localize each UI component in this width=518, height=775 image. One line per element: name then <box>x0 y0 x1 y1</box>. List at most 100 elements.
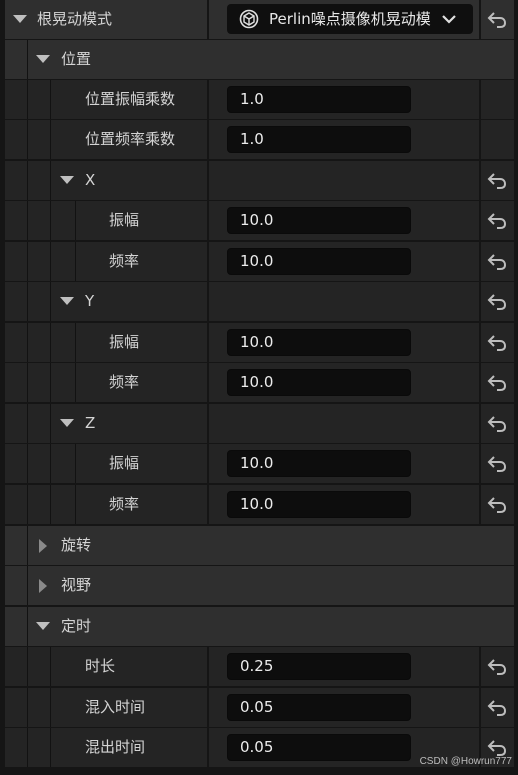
fov-category-label: 视野 <box>61 576 92 594</box>
position-x-frequency-label: 频率 <box>109 252 140 270</box>
indent-guide <box>27 647 28 686</box>
blend-in-time-input[interactable]: 0.05 <box>227 694 411 721</box>
position-z-frequency-label: 频率 <box>109 495 140 513</box>
indent-guide <box>27 161 28 200</box>
indent-guide <box>27 323 28 362</box>
position-z-frequency-row: 频率 10.0 <box>5 485 514 524</box>
rotation-category-row[interactable]: 旋转 <box>5 526 514 565</box>
column-splitter[interactable] <box>207 404 209 443</box>
indent-guide <box>27 485 28 524</box>
fov-category-row[interactable]: 视野 <box>5 566 514 605</box>
indent-guide <box>50 688 51 727</box>
caret-down-icon[interactable] <box>36 55 50 63</box>
reset-arrow-icon[interactable] <box>485 209 509 231</box>
reset-column-divider <box>479 647 481 686</box>
position-z-amplitude-label: 振幅 <box>109 454 140 472</box>
unreal-class-icon <box>239 9 259 29</box>
column-splitter[interactable] <box>207 120 209 159</box>
caret-down-icon[interactable] <box>60 419 74 427</box>
column-splitter[interactable] <box>207 363 209 402</box>
reset-arrow-icon[interactable] <box>485 736 509 758</box>
reset-arrow-icon[interactable] <box>485 290 509 312</box>
column-splitter[interactable] <box>207 282 209 321</box>
reset-arrow-icon[interactable] <box>485 412 509 434</box>
shake-pattern-dropdown[interactable]: Perlin噪点摄像机晃动模 <box>227 4 473 34</box>
caret-down-icon[interactable] <box>60 176 74 184</box>
column-splitter[interactable] <box>207 323 209 362</box>
indent-guide <box>27 40 28 79</box>
indent-guide <box>50 242 51 281</box>
reset-arrow-icon[interactable] <box>485 169 509 191</box>
reset-arrow-icon[interactable] <box>485 452 509 474</box>
position-frequency-multiplier-input[interactable]: 1.0 <box>227 126 411 153</box>
column-splitter[interactable] <box>207 444 209 483</box>
indent-guide <box>50 485 51 524</box>
indent-guide <box>50 120 51 159</box>
position-y-frequency-input[interactable]: 10.0 <box>227 369 411 396</box>
position-frequency-multiplier-row: 位置频率乘数 1.0 <box>5 120 514 159</box>
position-amplitude-multiplier-input[interactable]: 1.0 <box>227 86 411 113</box>
reset-arrow-icon[interactable] <box>485 8 509 30</box>
caret-right-icon[interactable] <box>39 539 47 553</box>
indent-guide <box>50 728 51 767</box>
indent-guide <box>27 120 28 159</box>
position-y-group-row[interactable]: Y <box>5 282 514 321</box>
column-splitter[interactable] <box>207 161 209 200</box>
reset-column-divider <box>479 444 481 483</box>
indent-guide <box>50 404 51 443</box>
reset-column-divider <box>479 485 481 524</box>
position-x-amplitude-label: 振幅 <box>109 211 140 229</box>
column-splitter[interactable] <box>207 0 209 39</box>
column-splitter[interactable] <box>207 728 209 767</box>
root-shake-pattern-label: 根晃动模式 <box>37 10 113 28</box>
indent-guide <box>27 526 28 565</box>
duration-input[interactable]: 0.25 <box>227 653 411 680</box>
position-z-group-row[interactable]: Z <box>5 404 514 443</box>
indent-guide <box>27 607 28 646</box>
position-category-row[interactable]: 位置 <box>5 40 514 79</box>
reset-arrow-icon[interactable] <box>485 371 509 393</box>
column-splitter[interactable] <box>207 647 209 686</box>
reset-column-divider <box>479 0 481 39</box>
rotation-category-label: 旋转 <box>61 536 92 554</box>
position-x-frequency-row: 频率 10.0 <box>5 242 514 281</box>
blend-in-time-label: 混入时间 <box>85 698 146 716</box>
position-z-frequency-input[interactable]: 10.0 <box>227 491 411 518</box>
indent-guide <box>75 201 76 240</box>
reset-arrow-icon[interactable] <box>485 696 509 718</box>
indent-guide <box>27 566 28 605</box>
position-x-frequency-input[interactable]: 10.0 <box>227 248 411 275</box>
indent-guide <box>50 647 51 686</box>
position-x-amplitude-input[interactable]: 10.0 <box>227 207 411 234</box>
indent-guide <box>27 282 28 321</box>
column-splitter[interactable] <box>207 688 209 727</box>
duration-row: 时长 0.25 <box>5 647 514 686</box>
position-y-amplitude-input[interactable]: 10.0 <box>227 329 411 356</box>
chevron-down-icon <box>442 15 456 24</box>
reset-column-divider <box>479 80 481 119</box>
reset-arrow-icon[interactable] <box>485 493 509 515</box>
caret-down-icon[interactable] <box>60 297 74 305</box>
reset-arrow-icon[interactable] <box>485 331 509 353</box>
position-z-amplitude-input[interactable]: 10.0 <box>227 450 411 477</box>
column-splitter[interactable] <box>207 201 209 240</box>
column-splitter[interactable] <box>207 242 209 281</box>
reset-arrow-icon[interactable] <box>485 250 509 272</box>
reset-column-divider <box>479 404 481 443</box>
timing-category-row[interactable]: 定时 <box>5 607 514 646</box>
indent-guide <box>50 363 51 402</box>
watermark: CSDN @Howrun777 <box>419 756 512 767</box>
caret-right-icon[interactable] <box>39 579 47 593</box>
position-x-group-row[interactable]: X <box>5 161 514 200</box>
reset-column-divider <box>479 201 481 240</box>
indent-guide <box>27 688 28 727</box>
position-z-amplitude-row: 振幅 10.0 <box>5 444 514 483</box>
column-splitter[interactable] <box>207 485 209 524</box>
caret-down-icon[interactable] <box>36 622 50 630</box>
position-x-amplitude-row: 振幅 10.0 <box>5 201 514 240</box>
caret-down-icon[interactable] <box>13 15 27 23</box>
reset-arrow-icon[interactable] <box>485 655 509 677</box>
column-splitter[interactable] <box>207 80 209 119</box>
blend-out-time-input[interactable]: 0.05 <box>227 734 411 761</box>
position-z-label: Z <box>85 414 96 432</box>
